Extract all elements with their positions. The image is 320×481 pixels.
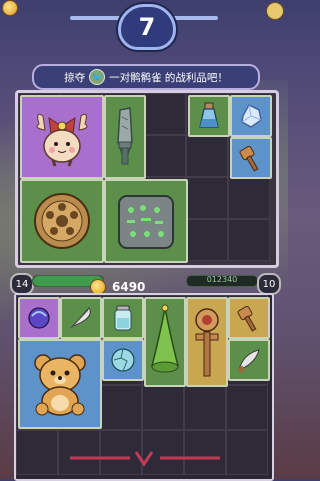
cracked-orb-item[interactable]	[102, 339, 144, 381]
player-level-badge: 14	[10, 273, 34, 295]
feather-icon	[70, 307, 91, 329]
round-badge: 7	[118, 4, 176, 50]
bronze-shield-item[interactable]	[20, 179, 104, 263]
opponent-level: 10	[262, 278, 276, 290]
teddy-bear-icon	[34, 354, 86, 416]
bronze-shield-icon	[34, 193, 90, 249]
stone-dagger-item[interactable]	[104, 95, 146, 179]
wooden-target-dummy-item[interactable]	[186, 297, 228, 387]
round-wing-right	[168, 16, 218, 20]
stone-dagger-icon	[117, 107, 133, 165]
leaf-blade-icon	[237, 349, 260, 374]
rune-stone-tablet-item[interactable]	[104, 179, 188, 263]
gold-amount: 6490	[112, 280, 146, 294]
potion-bottle-icon	[199, 102, 219, 128]
wooden-mallet-item[interactable]	[230, 137, 272, 179]
glass-jar-icon	[114, 305, 132, 331]
bow-fairy-plush-icon	[36, 113, 88, 167]
bird-icon: 🐦	[89, 69, 106, 85]
purple-orb-item[interactable]	[18, 297, 60, 339]
green-cone-hat-item[interactable]	[144, 297, 186, 387]
potion-bottle-item[interactable]	[188, 95, 230, 137]
crystal-shard-icon	[241, 104, 262, 128]
ribbon-icon	[70, 451, 220, 467]
cracked-orb-icon	[111, 348, 135, 372]
bow-fairy-plush-item[interactable]	[20, 95, 104, 179]
wooden-target-dummy-icon	[195, 308, 219, 377]
green-cone-hat-icon	[151, 304, 179, 373]
banner-text-after: 一对鹘鹘雀 的战利品吧！	[109, 71, 228, 84]
gear-icon[interactable]	[266, 2, 284, 20]
purple-orb-icon	[28, 307, 50, 329]
wooden-mallet-item[interactable]	[228, 297, 270, 339]
loot-banner: 掠夺 🐦 一对鹘鹘雀 的战利品吧！	[32, 64, 260, 90]
leaf-blade-item[interactable]	[228, 339, 270, 381]
feather-item[interactable]	[60, 297, 102, 339]
opponent-level-badge: 10	[257, 273, 281, 295]
round-number: 7	[138, 13, 156, 41]
rune-stone-tablet-icon	[118, 195, 174, 249]
coin-icon	[2, 0, 18, 16]
banner-text-before: 掠夺	[64, 71, 86, 84]
player-level: 14	[15, 278, 29, 290]
wooden-mallet-icon	[237, 305, 257, 332]
round-wing-left	[70, 16, 120, 20]
glass-jar-item[interactable]	[102, 297, 144, 339]
bottom-decoration	[60, 448, 230, 468]
wooden-mallet-icon	[239, 145, 259, 172]
enemy-loot-panel	[15, 90, 279, 268]
crystal-shard-item[interactable]	[230, 95, 272, 137]
teddy-bear-item[interactable]	[18, 339, 102, 429]
